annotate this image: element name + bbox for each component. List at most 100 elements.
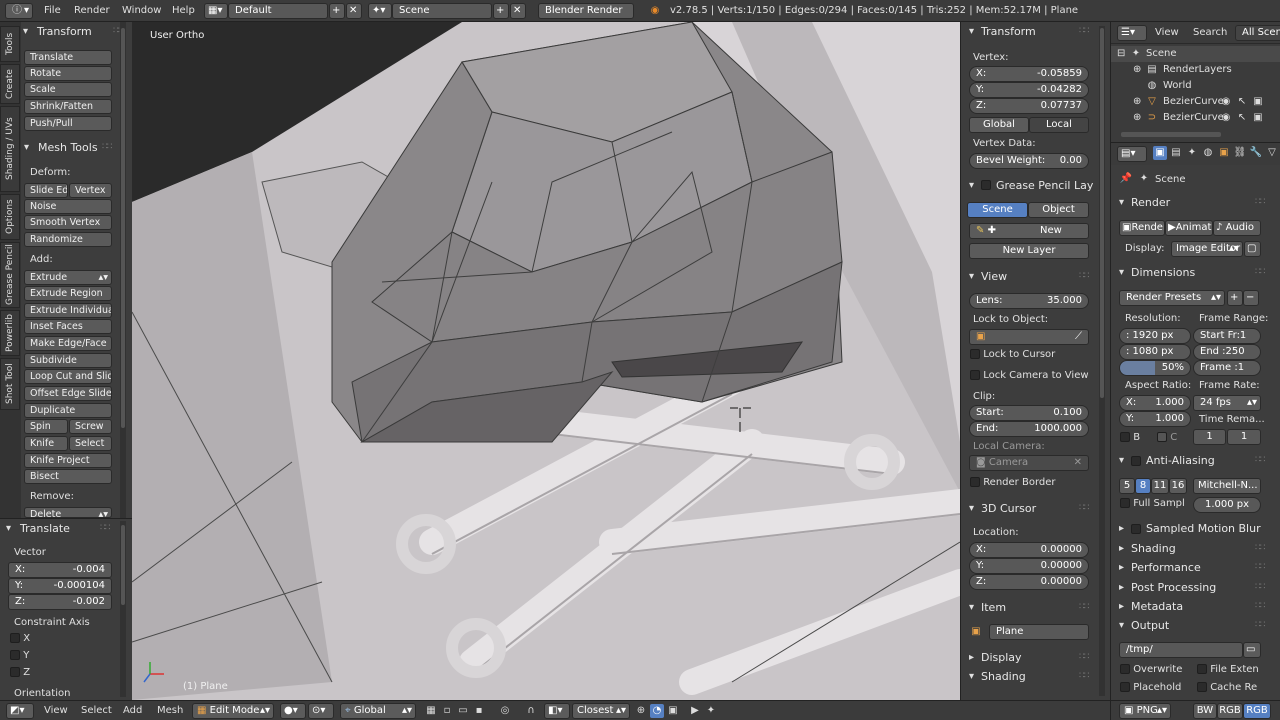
face-select-icon[interactable]: ▪ — [472, 704, 486, 718]
resolution-x-field[interactable]: : 1920 px — [1119, 328, 1191, 344]
add-scene-button[interactable]: + — [493, 3, 509, 19]
outliner-row-world[interactable]: ◍ World — [1111, 78, 1280, 94]
menu-window[interactable]: Window — [122, 5, 161, 16]
outliner-view-menu[interactable]: View — [1155, 27, 1179, 38]
layout-selector[interactable]: Default — [228, 3, 328, 19]
frame-start-field[interactable]: Start Fr:1 — [1193, 328, 1261, 344]
screw-button[interactable]: Screw — [69, 419, 112, 434]
aa-samples-8[interactable]: 8 — [1135, 478, 1151, 494]
spin-button[interactable]: Spin — [24, 419, 68, 434]
rotate-button[interactable]: Rotate — [24, 66, 112, 81]
view-menu[interactable]: View — [44, 705, 68, 716]
cursor-z-field[interactable]: Z: 0.00000 — [969, 574, 1089, 590]
local-toggle[interactable]: Local — [1029, 117, 1089, 133]
tab-shot-tool[interactable]: Shot Tool — [0, 358, 20, 410]
modifiers-context-icon[interactable]: 🔧 — [1249, 146, 1263, 160]
clip-end-field[interactable]: End: 1000.000 — [969, 421, 1089, 437]
new-layer-button[interactable]: New Layer — [969, 243, 1089, 259]
loop-cut-slide-button[interactable]: Loop Cut and Slide — [24, 369, 112, 384]
snap-project-icon[interactable]: ◔ — [650, 704, 664, 718]
display-panel-header[interactable]: ▸ Display ∷∷ — [961, 648, 1097, 668]
translate-x-field[interactable]: X: -0.004 — [8, 562, 112, 578]
select-menu[interactable]: Select — [81, 705, 112, 716]
lock-cursor-checkbox[interactable]: Lock to Cursor — [970, 349, 1055, 360]
cursor-select-icon[interactable]: ↖ — [1235, 95, 1249, 109]
border-checkbox[interactable]: B — [1120, 432, 1140, 443]
bevel-weight-field[interactable]: Bevel Weight: 0.00 — [969, 153, 1089, 169]
gp-scene-toggle[interactable]: Scene — [967, 202, 1028, 218]
render-presets-menu[interactable]: Render Presets ▴▾ — [1119, 290, 1225, 306]
scene-icon-button[interactable]: ✦▾ — [368, 3, 392, 19]
constraint-y-checkbox[interactable]: Y — [10, 650, 29, 661]
clear-icon[interactable]: ✕ — [1074, 456, 1082, 470]
item-panel-header[interactable]: ▾ Item ∷∷ — [961, 598, 1097, 618]
knife-project-button[interactable]: Knife Project — [24, 453, 112, 468]
render-audio-button[interactable]: ♪ Audio — [1213, 220, 1261, 236]
aa-samples-11[interactable]: 11 — [1151, 478, 1169, 494]
eye-icon[interactable]: ◉ — [1219, 111, 1233, 125]
outliner-row-renderlayers[interactable]: ⊕ ▤ RenderLayers — [1111, 62, 1280, 78]
overwrite-checkbox[interactable]: Overwrite — [1120, 664, 1182, 675]
properties-editor-type[interactable]: ▤▾ — [1117, 146, 1147, 162]
lock-object-field[interactable]: ▣ ⟋ — [969, 329, 1089, 345]
menu-file[interactable]: File — [44, 5, 61, 16]
outliner-row-beziercurve-1[interactable]: ⊕ ▽ BezierCurve ◉ ↖ ▣ — [1111, 94, 1280, 110]
snap-magnet-icon[interactable]: ∩ — [524, 704, 538, 718]
mode-selector[interactable]: ▦ Edit Mode ▴▾ — [192, 703, 274, 719]
anti-aliasing-checkbox[interactable] — [1131, 456, 1141, 466]
add-preset-button[interactable]: + — [1227, 290, 1243, 306]
file-extensions-checkbox[interactable]: File Exten — [1197, 664, 1259, 675]
global-toggle[interactable]: Global — [969, 117, 1029, 133]
output-path-field[interactable]: /tmp/ — [1119, 642, 1243, 658]
3d-cursor-panel-header[interactable]: ▾ 3D Cursor ∷∷ — [961, 499, 1097, 519]
slide-edge-button[interactable]: Slide Ed — [24, 183, 68, 198]
subdivide-button[interactable]: Subdivide — [24, 353, 112, 368]
transform-panel-header[interactable]: ▾ Transform ∷∷ — [21, 22, 132, 42]
scene-selector[interactable]: Scene — [392, 3, 492, 19]
translate-z-field[interactable]: Z: -0.002 — [8, 594, 112, 610]
placeholders-checkbox[interactable]: Placehold — [1120, 682, 1181, 693]
frame-rate-selector[interactable]: 24 fps ▴▾ — [1193, 395, 1261, 411]
viewport-gizmo-icon[interactable]: ✦ — [704, 704, 718, 718]
metadata-panel-header[interactable]: ▸ Metadata ∷∷ — [1111, 597, 1271, 617]
aa-samples-16[interactable]: 16 — [1169, 478, 1187, 494]
frame-step-field[interactable]: Frame :1 — [1193, 360, 1261, 376]
time-remap-new-field[interactable]: 1 — [1227, 429, 1261, 445]
full-sample-checkbox[interactable]: Full Sampl — [1120, 498, 1185, 509]
grease-pencil-panel-header[interactable]: ▾ Grease Pencil Layers — [961, 176, 1097, 196]
sidebar-scrollbar[interactable] — [1099, 26, 1105, 696]
knife-button[interactable]: Knife — [24, 436, 68, 451]
push-pull-button[interactable]: Push/Pull — [24, 116, 112, 131]
3d-viewport[interactable]: User Ortho (1) Plane — [132, 22, 960, 700]
noise-button[interactable]: Noise — [24, 199, 112, 214]
menu-render[interactable]: Render — [74, 5, 110, 16]
remove-layout-button[interactable]: ✕ — [346, 3, 362, 19]
constraint-z-checkbox[interactable]: Z — [10, 667, 30, 678]
motion-blur-panel-header[interactable]: ▸ Sampled Motion Blur — [1111, 519, 1271, 539]
color-rgba-toggle[interactable]: RGB — [1243, 703, 1271, 719]
vertex-slide-button[interactable]: Vertex — [69, 183, 112, 198]
color-rgb-toggle[interactable]: RGB — [1217, 703, 1243, 719]
knife-select-button[interactable]: Select — [69, 436, 112, 451]
tab-powerlib[interactable]: Powerlib — [0, 310, 20, 356]
output-panel-header[interactable]: ▾ Output ∷∷ — [1111, 616, 1271, 636]
post-processing-panel-header[interactable]: ▸ Post Processing ∷∷ — [1111, 578, 1271, 598]
browse-folder-button[interactable]: ▭ — [1243, 642, 1261, 658]
render-engine-selector[interactable]: Blender Render▴▾ — [538, 3, 634, 19]
crop-checkbox[interactable]: C — [1157, 432, 1177, 443]
bisect-button[interactable]: Bisect — [24, 469, 112, 484]
viewport-shading-selector[interactable]: ●▾ — [280, 703, 306, 719]
translate-y-field[interactable]: Y: -0.000104 — [8, 578, 112, 594]
resolution-y-field[interactable]: : 1080 px — [1119, 344, 1191, 360]
pivot-point-selector[interactable]: ⊙▾ — [308, 703, 334, 719]
n-transform-panel-header[interactable]: ▾ Transform ∷∷ — [961, 22, 1097, 42]
lock-interface-button[interactable]: ▢ — [1244, 241, 1261, 257]
grease-pencil-checkbox[interactable] — [981, 180, 991, 190]
scale-button[interactable]: Scale — [24, 82, 112, 97]
remove-scene-button[interactable]: ✕ — [510, 3, 526, 19]
lens-field[interactable]: Lens: 35.000 — [969, 293, 1089, 309]
constraint-x-checkbox[interactable]: X — [10, 633, 30, 644]
anti-aliasing-panel-header[interactable]: ▾ Anti-Aliasing ∷∷ — [1111, 451, 1271, 471]
shading-panel-header[interactable]: ▾ Shading ∷∷ — [961, 667, 1097, 687]
lock-camera-checkbox[interactable]: Lock Camera to View — [970, 370, 1089, 381]
